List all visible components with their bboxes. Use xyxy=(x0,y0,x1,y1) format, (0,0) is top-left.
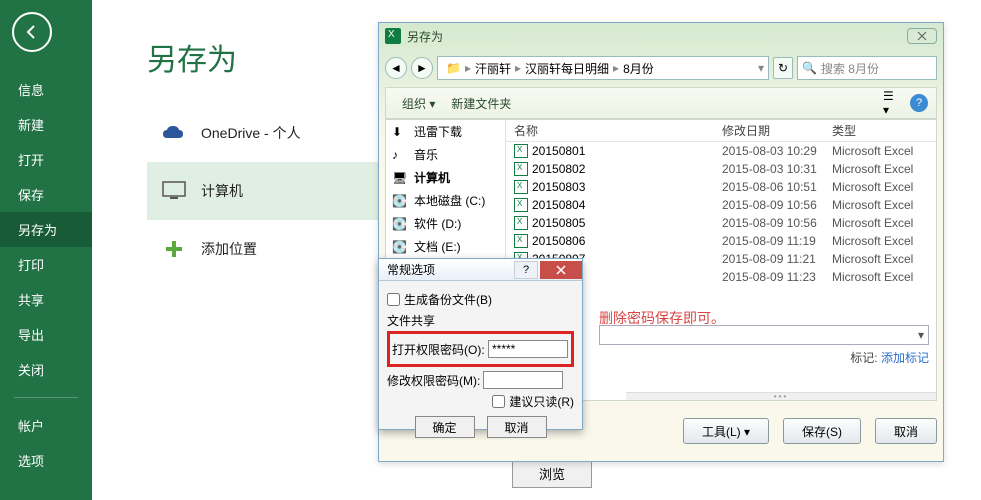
disk-icon: 💽 xyxy=(392,240,408,254)
excel-file-icon xyxy=(514,162,528,176)
tree-item[interactable]: 🖥计算机 xyxy=(386,166,505,189)
annotation-text: 删除密码保存即可。 xyxy=(599,308,725,328)
tools-button[interactable]: 工具(L) ▾ xyxy=(683,418,769,444)
place-label: 计算机 xyxy=(201,181,243,201)
back-button[interactable] xyxy=(12,12,52,52)
nav-back-icon[interactable]: ◄ xyxy=(385,57,407,79)
sidebar-item-关闭[interactable]: 关闭 xyxy=(0,352,92,387)
excel-file-icon xyxy=(514,144,528,158)
breadcrumb-seg[interactable]: 8月份 xyxy=(619,60,658,77)
help-icon[interactable]: ? xyxy=(910,94,928,112)
table-row[interactable]: 201508012015-08-03 10:29Microsoft Excel xyxy=(506,142,936,160)
breadcrumb-seg[interactable]: 汉丽轩每日明细 xyxy=(521,60,613,77)
share-section-label: 文件共享 xyxy=(387,312,574,329)
table-row[interactable]: 201508052015-08-09 10:56Microsoft Excel xyxy=(506,214,936,232)
sidebar-item-选项[interactable]: 选项 xyxy=(0,443,92,478)
breadcrumb-seg[interactable]: 汗丽轩 xyxy=(471,60,515,77)
place-label: OneDrive - 个人 xyxy=(201,123,301,143)
save-button[interactable]: 保存(S) xyxy=(783,418,861,444)
tree-item[interactable]: ⬇迅雷下载 xyxy=(386,120,505,143)
new-folder-button[interactable]: 新建文件夹 xyxy=(443,93,519,114)
close-button[interactable] xyxy=(540,261,582,279)
modify-password-label: 修改权限密码(M): xyxy=(387,372,483,389)
music-icon: ♪ xyxy=(392,148,408,162)
disk-icon: 💽 xyxy=(392,217,408,231)
computer-icon xyxy=(161,178,187,204)
breadcrumb[interactable]: 📁▸汗丽轩▸汉丽轩每日明细▸8月份▾ xyxy=(437,56,769,80)
sidebar-item-打开[interactable]: 打开 xyxy=(0,142,92,177)
readonly-label: 建议只读(R) xyxy=(509,393,574,410)
browse-button[interactable]: 浏览 xyxy=(512,458,592,488)
open-password-input[interactable] xyxy=(488,340,568,358)
table-row[interactable]: 201508022015-08-03 10:31Microsoft Excel xyxy=(506,160,936,178)
readonly-checkbox[interactable] xyxy=(492,395,505,408)
sidebar-item-新建[interactable]: 新建 xyxy=(0,107,92,142)
download-icon: ⬇ xyxy=(392,125,408,139)
tags-field[interactable]: 标记: 添加标记 xyxy=(850,349,929,366)
tree-item[interactable]: 💽文档 (E:) xyxy=(386,235,505,258)
disk-icon: 💽 xyxy=(392,194,408,208)
refresh-icon[interactable]: ↻ xyxy=(773,57,793,79)
sidebar-item-另存为[interactable]: 另存为 xyxy=(0,212,92,247)
general-options-dialog: 常规选项 ? 生成备份文件(B) 文件共享 打开权限密码(O): 修改权限密码(… xyxy=(378,258,583,430)
sidebar-item-导出[interactable]: 导出 xyxy=(0,317,92,352)
excel-file-icon xyxy=(514,234,528,248)
sidebar-item-打印[interactable]: 打印 xyxy=(0,247,92,282)
backup-label: 生成备份文件(B) xyxy=(404,291,492,308)
table-row[interactable]: 201508032015-08-06 10:51Microsoft Excel xyxy=(506,178,936,196)
ok-button[interactable]: 确定 xyxy=(415,416,475,438)
computer-icon: 🖥 xyxy=(392,171,408,185)
tree-item[interactable]: 💽软件 (D:) xyxy=(386,212,505,235)
nav-forward-icon[interactable]: ► xyxy=(411,57,433,79)
view-icon[interactable]: ☰ ▾ xyxy=(882,92,904,114)
close-icon[interactable] xyxy=(907,28,937,44)
plus-icon xyxy=(161,236,187,262)
cancel-button[interactable]: 取消 xyxy=(487,416,547,438)
sidebar-item-保存[interactable]: 保存 xyxy=(0,177,92,212)
col-type[interactable]: 类型 xyxy=(832,122,936,139)
genopt-title: 常规选项 xyxy=(379,261,514,278)
sidebar-item-共享[interactable]: 共享 xyxy=(0,282,92,317)
excel-file-icon xyxy=(514,198,528,212)
table-row[interactable]: 201508042015-08-09 10:56Microsoft Excel xyxy=(506,196,936,214)
cancel-button[interactable]: 取消 xyxy=(875,418,937,444)
dialog-title: 另存为 xyxy=(407,28,907,45)
backstage-sidebar: 信息新建打开保存另存为打印共享导出关闭 帐户选项 xyxy=(0,0,92,500)
backup-checkbox[interactable] xyxy=(387,293,400,306)
open-password-label: 打开权限密码(O): xyxy=(392,341,488,358)
excel-icon xyxy=(385,28,401,44)
tree-item[interactable]: ♪音乐 xyxy=(386,143,505,166)
excel-file-icon xyxy=(514,180,528,194)
scroll-indicator[interactable]: ••• xyxy=(626,392,936,400)
search-input[interactable]: 🔍 搜索 8月份 xyxy=(797,56,937,80)
sidebar-item-帐户[interactable]: 帐户 xyxy=(0,408,92,443)
tree-item[interactable]: 💽本地磁盘 (C:) xyxy=(386,189,505,212)
modify-password-input[interactable] xyxy=(483,371,563,389)
col-date[interactable]: 修改日期 xyxy=(722,122,832,139)
help-button[interactable]: ? xyxy=(514,261,538,279)
place-label: 添加位置 xyxy=(201,239,257,259)
sidebar-item-信息[interactable]: 信息 xyxy=(0,72,92,107)
folder-icon: 📁 xyxy=(442,61,465,75)
cloud-icon xyxy=(161,120,187,146)
excel-file-icon xyxy=(514,216,528,230)
search-icon: 🔍 xyxy=(802,61,817,75)
col-name[interactable]: 名称 xyxy=(506,122,722,139)
filetype-combo[interactable] xyxy=(599,325,929,345)
organize-button[interactable]: 组织 ▾ xyxy=(394,93,443,114)
table-row[interactable]: 201508062015-08-09 11:19Microsoft Excel xyxy=(506,232,936,250)
